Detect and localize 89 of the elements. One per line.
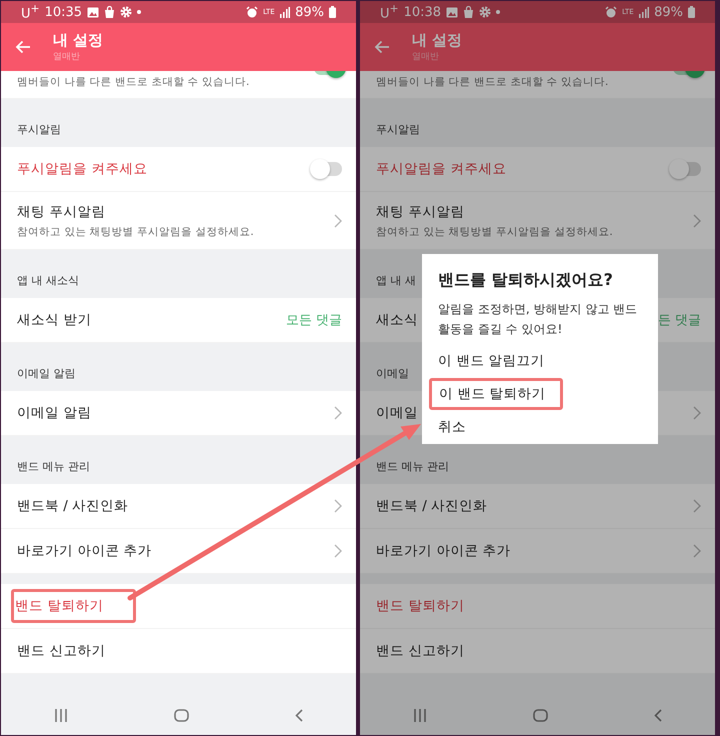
settings-row[interactable]: 푸시알림을 켜주세요 [360,147,715,192]
chevron-icon [334,499,342,513]
setting-label: 채팅 푸시알림 [376,202,464,220]
setting-label: 밴드북 / 사진인화 [376,497,488,515]
settings-row[interactable]: 채팅 푸시알림 참여하고 있는 채팅방별 푸시알림을 설정하세요. [360,192,715,250]
setting-label: 채팅 푸시알림 [17,202,106,220]
section-header: 푸시알림 [376,122,420,137]
screen-subtitle: 열매반 [53,51,81,63]
chevron-icon [334,544,342,558]
signal-icon [280,6,290,18]
home-icon[interactable] [533,708,548,722]
section-header: 밴드 메뉴 관리 [376,459,449,474]
back-icon[interactable] [654,708,662,722]
settings-row[interactable]: 채팅 푸시알림 참여하고 있는 채팅방별 푸시알림을 설정하세요. [1,192,356,250]
setting-label: 푸시알림을 켜주세요 [17,160,148,178]
dialog-title: 밴드를 탈퇴하시겠어요? [438,270,614,291]
screen-title: 내 설정 [412,31,462,50]
setting-description: 멤버들이 나를 다른 밴드로 초대할 수 있습니다. [17,75,250,89]
settings-row[interactable]: 밴드 신고하기 [1,629,356,674]
setting-label: 밴드북 / 사진인화 [17,497,128,515]
gear-icon [479,6,492,18]
settings-row[interactable]: 밴드 탈퇴하기 [1,584,356,629]
section-header: 이메일 알림 [17,366,76,381]
setting-description: 참여하고 있는 채팅방별 푸시알림을 설정하세요. [376,224,613,238]
dot-icon [137,10,142,14]
settings-row[interactable]: 바로가기 아이콘 추가 [360,529,715,574]
settings-row[interactable]: 바로가기 아이콘 추가 [1,529,356,574]
setting-description: 멤버들이 나를 다른 밴드로 초대할 수 있습니다. [376,75,608,89]
carrier-label: U$^{+}$ [21,2,40,22]
setting-label: 밴드 신고하기 [17,642,106,660]
alarm-icon [246,6,258,18]
chevron-icon [693,214,701,228]
screen-subtitle: 열매반 [412,51,440,63]
setting-label: 이메일 알림 [17,404,92,422]
chevron-icon [693,544,701,558]
settings-row[interactable]: 멤버들이 나를 다른 밴드로 초대할 수 있습니다. [360,71,715,99]
battery-percent: 89% [295,4,324,20]
dialog-option[interactable]: 이 밴드 알림끄기 [438,352,545,370]
dialog-option[interactable]: 이 밴드 탈퇴하기 [439,384,546,403]
setting-label: 새소식 받기 [17,311,92,329]
bag-icon [104,6,116,18]
settings-row[interactable]: 밴드북 / 사진인화 [360,484,715,529]
section-header: 푸시알림 [17,122,61,137]
dot-icon [496,10,500,14]
dialog-message: 알림을 조정하면, 방해받지 않고 밴드 활동을 즐길 수 있어요! [438,301,638,338]
setting-label: 밴드 탈퇴하기 [15,597,104,615]
chevron-icon [334,214,342,228]
battery-icon [329,6,336,18]
clock: 10:35 [44,4,82,20]
setting-label: 밴드 탈퇴하기 [376,597,464,615]
home-icon[interactable] [174,708,189,722]
bag-icon [463,6,474,18]
setting-description: 참여하고 있는 채팅방별 푸시알림을 설정하세요. [17,224,254,238]
settings-row[interactable]: 밴드 탈퇴하기 [360,584,715,629]
setting-label: 새소식 [376,311,418,329]
battery-icon [688,6,695,18]
signal-icon [639,6,650,18]
chevron-icon [693,406,701,420]
section-header: 밴드 메뉴 관리 [17,459,90,474]
screen-title: 내 설정 [53,31,104,50]
section-header: 앱 내 새소식 [17,273,79,288]
settings-row[interactable]: 밴드 신고하기 [360,629,715,674]
chevron-icon [334,406,342,420]
settings-row[interactable]: 멤버들이 나를 다른 밴드로 초대할 수 있습니다. [1,71,356,99]
setting-label: 바로가기 아이콘 추가 [17,542,152,560]
dialog-option[interactable]: 취소 [438,418,466,436]
alarm-icon [605,6,618,18]
section-header: 앱 내 새 [376,273,416,288]
gear-icon [120,6,132,18]
image-icon [446,6,458,18]
image-icon [87,6,100,18]
setting-label: 이메일 [376,404,418,422]
back-arrow-icon[interactable] [374,40,390,54]
settings-row[interactable]: 이메일 알림 [1,391,356,436]
back-icon[interactable] [295,708,303,722]
recent-apps-icon[interactable] [54,708,68,722]
recent-apps-icon[interactable] [413,708,427,722]
settings-row[interactable]: 새소식 받기 모든 댓글 [1,298,356,343]
setting-label: 푸시알림을 켜주세요 [376,160,506,178]
section-header: 이메일 [376,366,409,381]
battery-percent: 89% [654,4,683,20]
chevron-icon [693,499,701,513]
settings-row[interactable]: 푸시알림을 켜주세요 [1,147,356,192]
settings-row[interactable]: 밴드북 / 사진인화 [1,484,356,529]
clock: 10:38 [404,4,442,20]
setting-label: 밴드 신고하기 [376,642,464,660]
back-arrow-icon[interactable] [15,40,31,54]
carrier-label: U$^{+}$ [380,2,399,22]
setting-label: 바로가기 아이콘 추가 [376,542,511,560]
